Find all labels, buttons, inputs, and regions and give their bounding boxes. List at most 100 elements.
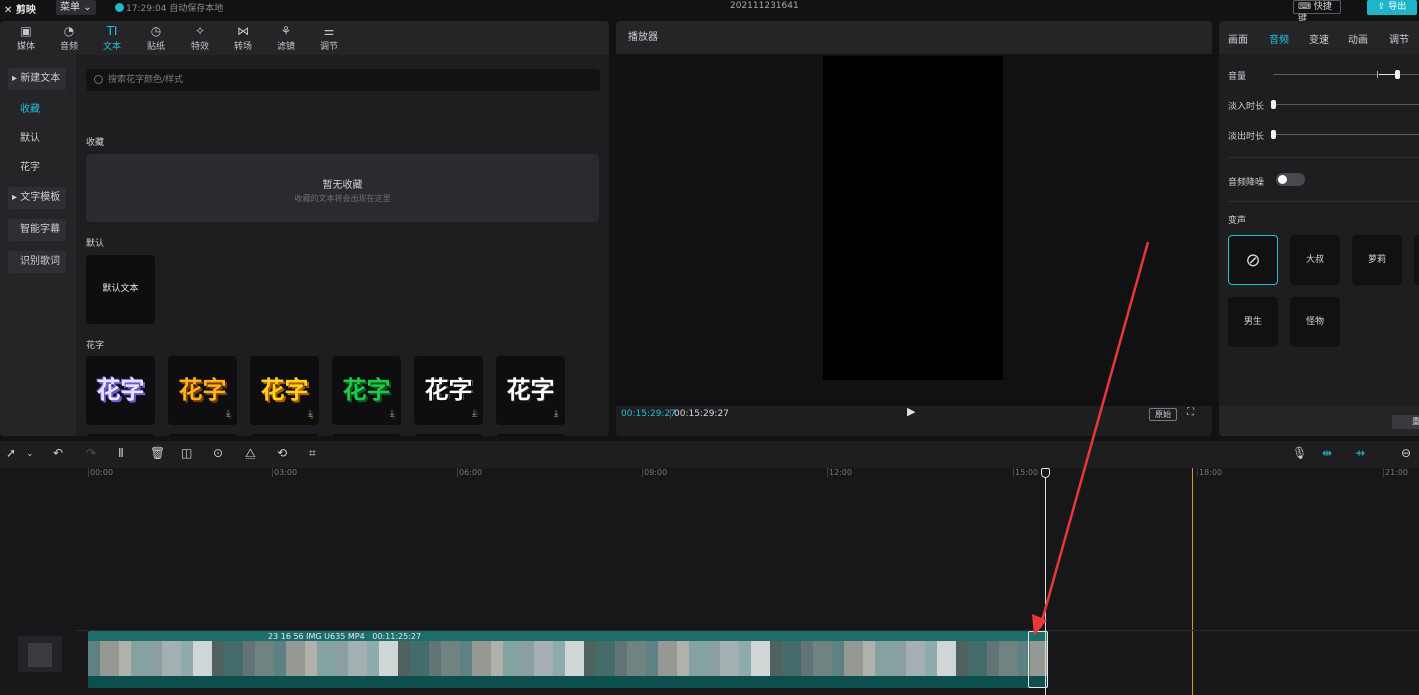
- filter-icon: ⚘: [280, 24, 292, 38]
- voice-more[interactable]: [1414, 235, 1419, 285]
- tab-text[interactable]: TI 文本: [92, 23, 132, 52]
- select-tool-icon[interactable]: ➚: [6, 446, 16, 460]
- microphone-icon[interactable]: 🎙: [1292, 446, 1307, 460]
- fancy-tile-4[interactable]: 花字 ⤓: [332, 356, 401, 425]
- clip-thumbnail-block: [782, 641, 801, 676]
- fancy-tile-11[interactable]: [414, 434, 483, 436]
- download-icon[interactable]: ⤓: [308, 380, 312, 436]
- inspector-footer: 重: [1219, 406, 1419, 436]
- fancy-tile-10[interactable]: [332, 434, 401, 436]
- reset-button[interactable]: 重: [1392, 415, 1419, 429]
- tab-effects[interactable]: ✧ 特效: [180, 23, 220, 52]
- fancy-tile-9[interactable]: [250, 434, 319, 436]
- fancy-tile-12[interactable]: [496, 434, 565, 436]
- fullscreen-icon[interactable]: ⛶: [1187, 407, 1194, 418]
- search-input[interactable]: 搜索花字颜色/样式: [86, 69, 600, 91]
- fade-out-knob[interactable]: [1271, 130, 1276, 139]
- tab-sticker[interactable]: ◷ 贴纸: [136, 23, 176, 52]
- capcut-logo-icon: ✕: [4, 5, 13, 16]
- nav-default[interactable]: 默认: [8, 128, 66, 150]
- denoise-toggle[interactable]: [1276, 173, 1305, 186]
- menu-button[interactable]: 菜单 ⌄: [56, 0, 96, 15]
- player-canvas[interactable]: [616, 54, 1212, 406]
- timeline-marker[interactable]: [1192, 468, 1193, 695]
- fancy-tile-7[interactable]: [86, 434, 155, 436]
- clip-thumbnail-block: [193, 641, 212, 676]
- snap-icon[interactable]: ⇸: [1355, 446, 1365, 460]
- voice-male[interactable]: 男生: [1228, 297, 1278, 347]
- fade-in-knob[interactable]: [1271, 100, 1276, 109]
- clip-duration: 00:11:25:27: [372, 632, 422, 641]
- app-name: 剪映: [15, 5, 36, 16]
- voice-monster[interactable]: 怪物: [1290, 297, 1340, 347]
- fade-out-slider[interactable]: [1273, 134, 1419, 135]
- rotate-icon[interactable]: ⟲: [277, 446, 287, 460]
- timeline[interactable]: 00:00 03:00 06:00 09:00 12:00 15:00 18:0…: [0, 468, 1419, 695]
- ruler-tick: [1013, 468, 1014, 477]
- export-button[interactable]: ⇪ 导出: [1367, 0, 1417, 15]
- tab-audio-props[interactable]: 音频: [1269, 31, 1289, 46]
- nav-text-templates[interactable]: ▸ 文字模板: [8, 187, 66, 209]
- volume-slider-knob[interactable]: [1395, 70, 1400, 79]
- fancy-tile-3[interactable]: 花字 ⤓: [250, 356, 319, 425]
- nav-fancy-text[interactable]: 花字: [8, 157, 66, 179]
- tab-adjust-props[interactable]: 调节: [1389, 31, 1409, 46]
- fancy-tile-6[interactable]: 花字 ⤓: [496, 356, 565, 425]
- split-icon[interactable]: Ⅱ: [118, 446, 124, 460]
- video-clip[interactable]: 23 16 56 IMG U635 MP4 00:11:25:27: [88, 631, 1048, 688]
- tab-transition-label: 转场: [233, 42, 252, 52]
- clip-thumbnail-block: [379, 641, 398, 676]
- tab-audio[interactable]: ◔ 音频: [49, 23, 89, 52]
- nav-smart-subtitle[interactable]: 智能字幕: [8, 219, 66, 241]
- clip-thumbnail-block: [460, 641, 472, 676]
- ruler-tick: [88, 468, 89, 477]
- download-icon[interactable]: ⤓: [472, 380, 476, 436]
- download-icon[interactable]: ⤓: [554, 380, 558, 436]
- voice-loli[interactable]: 萝莉: [1352, 235, 1402, 285]
- fancy-tile-5[interactable]: 花字 ⤓: [414, 356, 483, 425]
- clip-thumbnail-block: [646, 641, 658, 676]
- clip-thumbnail-block: [689, 641, 708, 676]
- tab-adjust[interactable]: ⚌ 调节: [309, 23, 349, 52]
- ruler-label: 03:00: [274, 468, 298, 477]
- zoom-out-icon[interactable]: ⊖: [1401, 446, 1411, 460]
- tab-media[interactable]: ▣ 媒体: [6, 23, 46, 52]
- fancy-tile-2[interactable]: 花字 ⤓: [168, 356, 237, 425]
- mirror-icon[interactable]: ⧋: [245, 446, 256, 461]
- fancy-tile-1[interactable]: 花字: [86, 356, 155, 425]
- clip-thumbnail-block: [658, 641, 677, 676]
- tab-picture[interactable]: 画面: [1228, 31, 1248, 46]
- tab-filter[interactable]: ⚘ 滤镜: [266, 23, 306, 52]
- play-button[interactable]: ▶: [907, 405, 921, 419]
- download-icon[interactable]: ⤓: [226, 380, 230, 436]
- save-status-text: 17:29:04 自动保存本地: [126, 4, 224, 14]
- download-icon[interactable]: ⤓: [390, 380, 394, 436]
- voice-none[interactable]: ⊘: [1228, 235, 1278, 285]
- tab-transition[interactable]: ⋈ 转场: [223, 23, 263, 52]
- reverse-icon[interactable]: ⊙: [213, 446, 223, 460]
- playhead-handle[interactable]: [1041, 468, 1050, 478]
- nav-new-text[interactable]: ▸ 新建文本: [8, 68, 66, 90]
- redo-icon[interactable]: ↷: [86, 446, 96, 460]
- voice-uncle[interactable]: 大叔: [1290, 235, 1340, 285]
- fade-out-label: 淡出时长: [1228, 132, 1265, 142]
- fade-in-slider[interactable]: [1273, 104, 1419, 105]
- delete-icon[interactable]: 🗑: [150, 446, 165, 460]
- tab-speed[interactable]: 变速: [1309, 31, 1329, 46]
- keyboard-icon: ⌨: [1298, 2, 1311, 12]
- nav-favorites[interactable]: 收藏: [8, 99, 66, 121]
- default-text-tile[interactable]: 默认文本: [86, 255, 155, 324]
- original-ratio-button[interactable]: 原始: [1149, 408, 1177, 421]
- fancy-tile-8[interactable]: [168, 434, 237, 436]
- fancy-tile-text: 花字: [506, 376, 555, 404]
- crop-icon[interactable]: ⌗: [309, 446, 316, 461]
- playhead[interactable]: [1045, 468, 1046, 695]
- undo-icon[interactable]: ↶: [53, 446, 63, 460]
- chevron-down-icon[interactable]: ⌄: [26, 449, 34, 459]
- link-track-icon[interactable]: ⇹: [1322, 446, 1332, 460]
- shortcut-button[interactable]: ⌨ 快捷键: [1293, 0, 1341, 24]
- nav-lyrics[interactable]: 识别歌词: [8, 251, 66, 273]
- freeze-frame-icon[interactable]: ◫: [181, 446, 192, 460]
- clip-thumbnail-block: [181, 641, 193, 676]
- tab-animation[interactable]: 动画: [1348, 31, 1368, 46]
